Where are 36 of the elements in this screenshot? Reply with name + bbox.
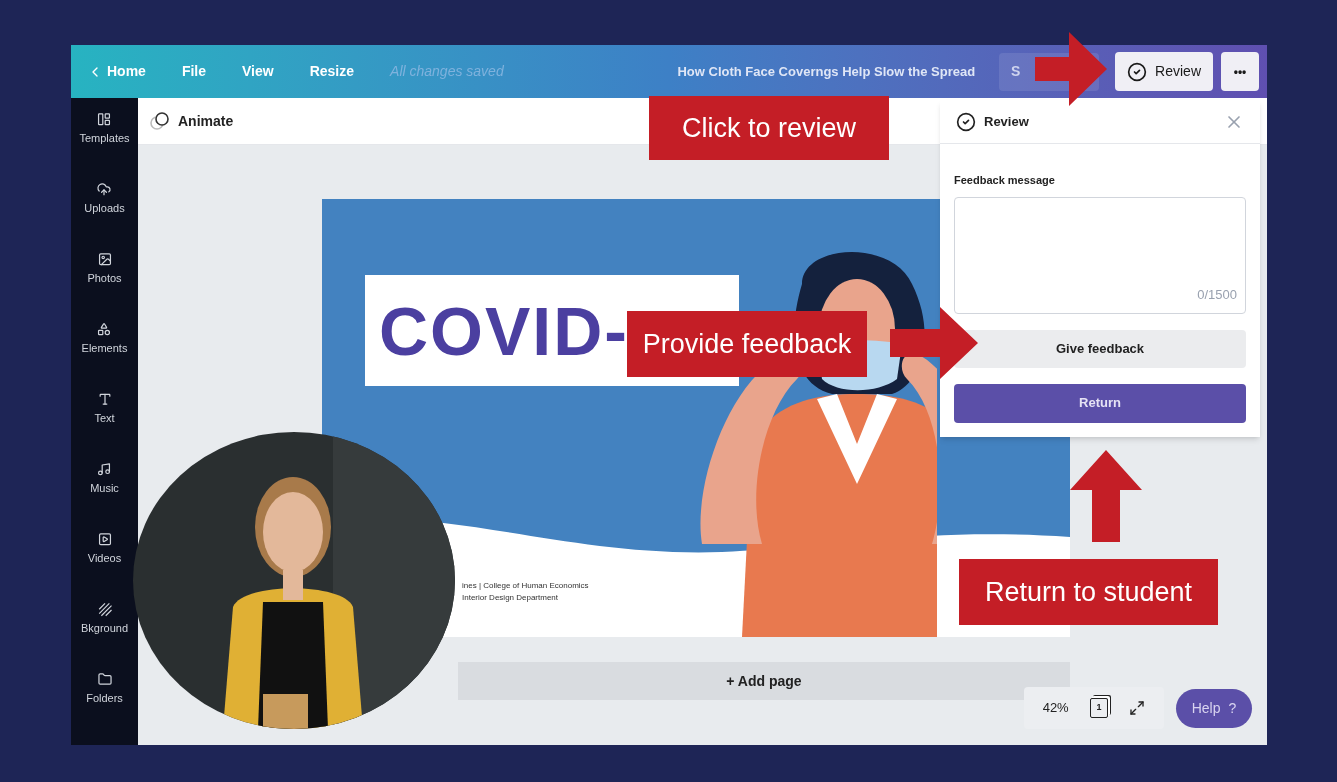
- page-count-button[interactable]: 1: [1090, 698, 1108, 718]
- sidebar-item[interactable]: Bkground: [80, 602, 129, 636]
- callout-label: Click to review: [649, 96, 889, 160]
- expand-icon[interactable]: [1129, 700, 1146, 716]
- return-button[interactable]: Return: [954, 383, 1246, 423]
- sidebar-item[interactable]: Elements: [81, 322, 128, 356]
- sidebar-item[interactable]: Templates: [79, 112, 130, 146]
- slide-caption: ines | College of Human Economics: [462, 580, 589, 592]
- sidebar-item[interactable]: Photos: [87, 252, 122, 286]
- sidebar-item[interactable]: Music: [90, 462, 119, 496]
- more-button[interactable]: •••: [1221, 52, 1259, 91]
- arrow-icon: [1035, 32, 1107, 106]
- give-feedback-button[interactable]: Give feedback: [954, 329, 1246, 368]
- slide-heading: COVID-: [379, 291, 629, 371]
- review-button[interactable]: Review: [1115, 52, 1213, 91]
- help-button[interactable]: Help ?: [1176, 688, 1252, 728]
- animate-button[interactable]: Animate: [150, 110, 234, 132]
- sidebar-item[interactable]: Videos: [87, 532, 122, 566]
- slide-caption: Interior Design Department: [462, 592, 560, 604]
- panel-title: Review: [984, 112, 1029, 131]
- sidebar-item[interactable]: Text: [94, 392, 115, 426]
- callout-label: Return to student: [959, 559, 1218, 625]
- sidebar-item[interactable]: Uploads: [84, 182, 125, 216]
- circles-icon: [150, 111, 170, 131]
- arrow-icon: [1070, 450, 1142, 542]
- callout-label: Provide feedback: [627, 311, 867, 377]
- arrow-icon: [890, 307, 978, 379]
- save-status: All changes saved: [390, 62, 504, 81]
- character-counter: 0/1500: [1197, 286, 1237, 304]
- check-circle-icon: [956, 111, 976, 132]
- document-title: How Cloth Face Coverngs Help Slow the Spread: [677, 62, 976, 81]
- add-page-button[interactable]: + Add page: [458, 662, 1070, 700]
- zoom-level: 42%: [1042, 699, 1069, 718]
- field-label: Feedback message: [954, 173, 1056, 188]
- check-circle-icon: [1127, 61, 1148, 82]
- sidebar-item[interactable]: Folders: [86, 672, 123, 706]
